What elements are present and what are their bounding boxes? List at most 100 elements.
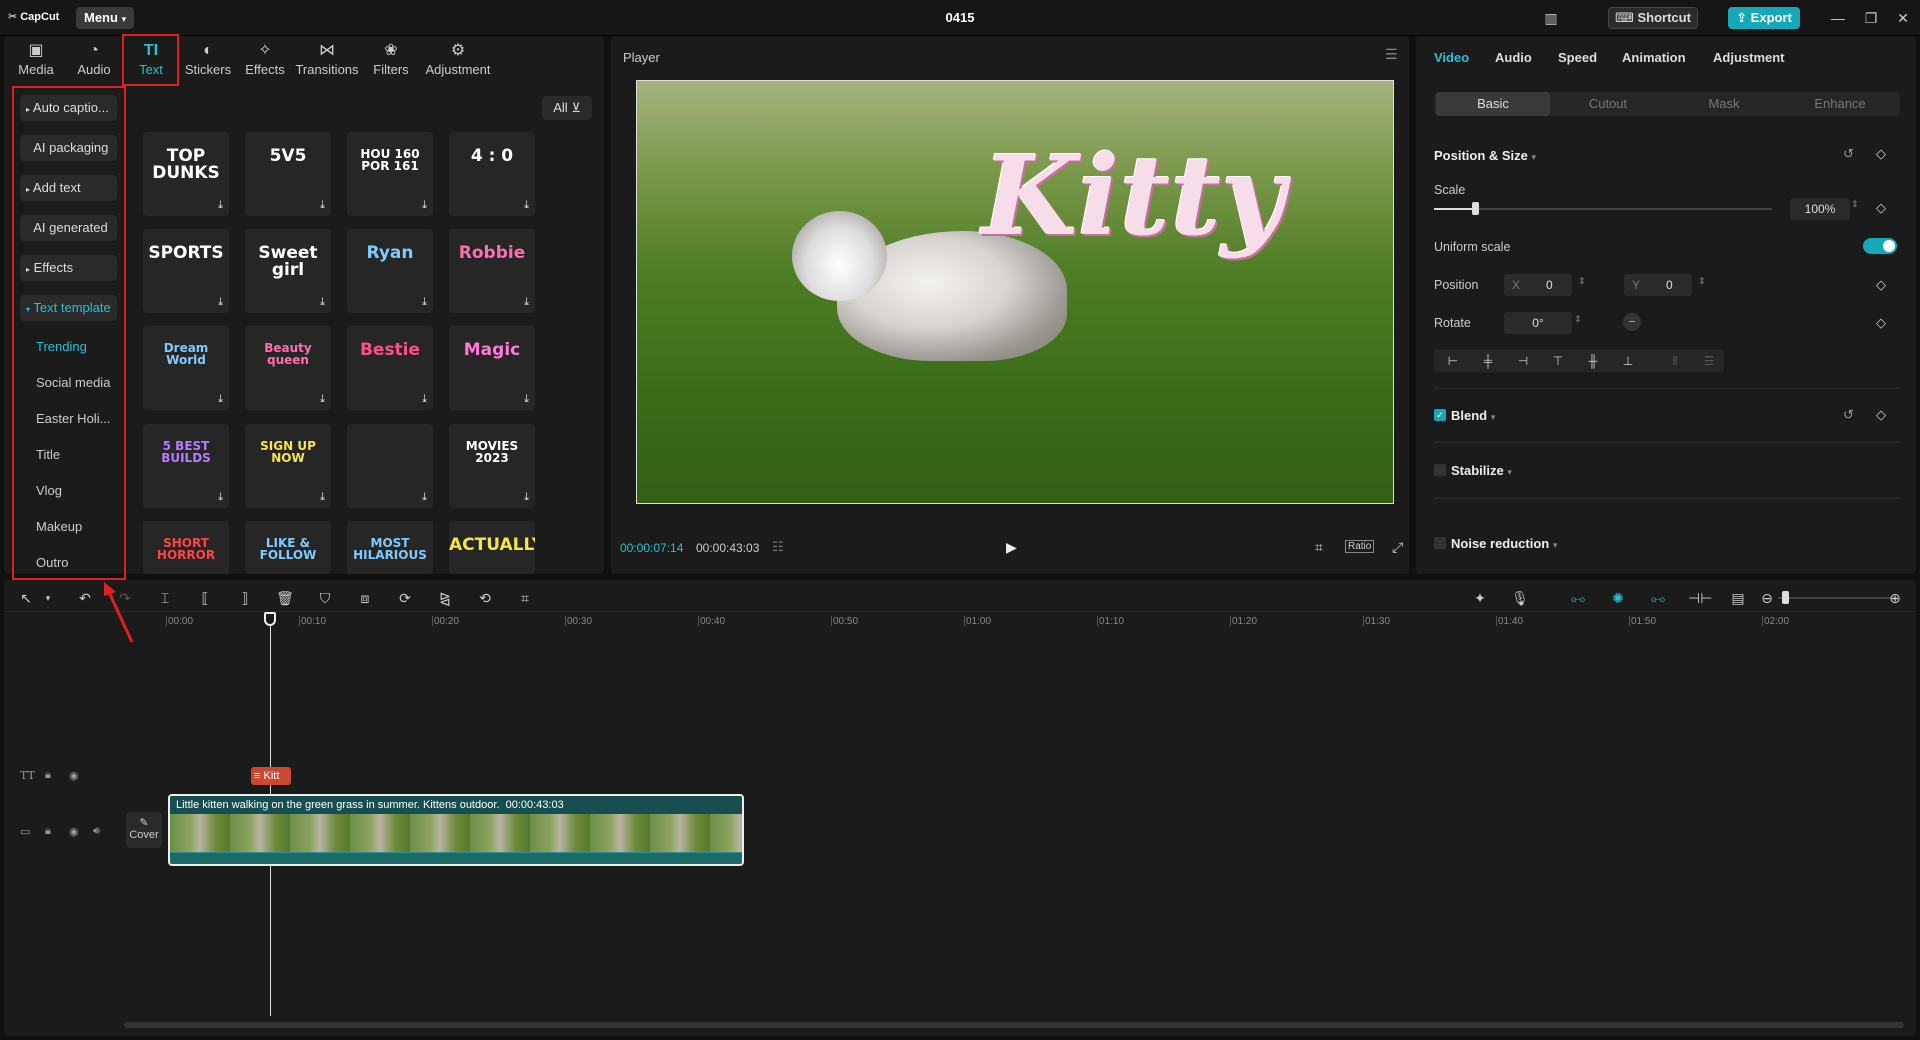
keyframe-icon[interactable]: ◇: [1876, 407, 1886, 423]
template-tile[interactable]: Robbie ⤓: [449, 229, 535, 313]
template-tile[interactable]: 5 BEST BUILDS ⤓: [143, 424, 229, 508]
ai-magic-icon[interactable]: ✦: [1470, 588, 1490, 608]
template-tile[interactable]: HOU 160 POR 161 ⤓: [347, 132, 433, 216]
template-tile[interactable]: Beauty queen ⤓: [245, 326, 331, 410]
minimize-icon[interactable]: —: [1827, 8, 1849, 28]
uniform-scale-toggle[interactable]: [1863, 238, 1897, 254]
template-tile[interactable]: SPORTS ⤓: [143, 229, 229, 313]
align-top-icon[interactable]: ⊤: [1543, 352, 1573, 370]
rotate-input[interactable]: 0°: [1504, 312, 1572, 334]
position-size-heading[interactable]: Position & Size ▾: [1434, 148, 1536, 163]
zoom-slider-track[interactable]: [1778, 597, 1898, 599]
template-tile[interactable]: 4 : 0 ⤓: [449, 132, 535, 216]
template-tile[interactable]: MOVIES 2023 ⤓: [449, 424, 535, 508]
download-icon[interactable]: ⤓: [218, 491, 223, 504]
segment-enhance[interactable]: Enhance: [1783, 92, 1897, 116]
align-center-h-icon[interactable]: ╪: [1473, 352, 1503, 370]
stepper-icon[interactable]: ⇕: [1851, 199, 1859, 210]
noise-reduction-checkbox[interactable]: [1434, 537, 1446, 549]
download-icon[interactable]: ⤓: [524, 491, 529, 504]
tab-stickers[interactable]: ◐ Stickers: [183, 36, 233, 84]
maximize-icon[interactable]: ❐: [1860, 8, 1882, 28]
layout-icon[interactable]: ▥: [1540, 8, 1562, 28]
delete-icon[interactable]: 🗑: [275, 588, 295, 608]
magnet-snap-icon[interactable]: ✺: [1608, 588, 1628, 608]
select-tool-icon[interactable]: ↖: [16, 588, 36, 608]
split-icon[interactable]: ⌶: [155, 588, 175, 608]
crop-icon[interactable]: ⌗: [515, 588, 535, 608]
filter-dropdown[interactable]: All ⊻: [542, 96, 592, 120]
download-icon[interactable]: ⤓: [320, 393, 325, 406]
split-left-icon[interactable]: ⟦: [195, 588, 215, 608]
position-y-input[interactable]: Y0: [1624, 274, 1692, 296]
player-menu-icon[interactable]: ☰: [1385, 46, 1398, 63]
split-right-icon[interactable]: ⟧: [235, 588, 255, 608]
freeze-icon[interactable]: ⧈: [355, 588, 375, 608]
tab-speed[interactable]: Speed: [1558, 50, 1597, 65]
video-preview[interactable]: Kitty: [636, 80, 1394, 504]
link-main-track-icon[interactable]: ⧟: [1568, 588, 1588, 608]
split-preview-icon[interactable]: ⊣⊢: [1688, 588, 1712, 608]
mirror-icon[interactable]: ⧎: [435, 588, 455, 608]
rotate-icon[interactable]: ⟲: [475, 588, 495, 608]
menu-button[interactable]: Menu ▾: [76, 7, 135, 29]
template-tile[interactable]: Dream World ⤓: [143, 326, 229, 410]
play-icon[interactable]: ▶: [1006, 539, 1017, 556]
zoom-in-icon[interactable]: ⊕: [1885, 588, 1905, 608]
keyframe-icon[interactable]: ◇: [1876, 200, 1886, 216]
segment-basic[interactable]: Basic: [1436, 92, 1550, 116]
tab-filters[interactable]: ❀ Filters: [366, 36, 416, 84]
fit-screen-icon[interactable]: ⌗: [1315, 539, 1323, 556]
reset-icon[interactable]: ↺: [1843, 407, 1854, 423]
tab-video[interactable]: Video: [1434, 50, 1469, 65]
tab-transitions[interactable]: ⋈ Transitions: [294, 36, 360, 84]
tab-animation[interactable]: Animation: [1622, 50, 1686, 65]
tab-adjustment-props[interactable]: Adjustment: [1713, 50, 1785, 65]
template-tile[interactable]: ⤓: [347, 424, 433, 508]
video-clip[interactable]: Little kitten walking on the green grass…: [168, 794, 744, 866]
chevron-down-icon[interactable]: ▾: [38, 588, 58, 608]
keyframe-icon[interactable]: ◇: [1876, 146, 1886, 162]
download-icon[interactable]: ⤓: [422, 199, 427, 212]
keyframe-icon[interactable]: ◇: [1876, 315, 1886, 331]
scale-slider-handle[interactable]: [1471, 202, 1479, 215]
align-left-icon[interactable]: ⊢: [1438, 352, 1468, 370]
zoom-slider-handle[interactable]: [1782, 591, 1789, 604]
template-tile[interactable]: Ryan ⤓: [347, 229, 433, 313]
download-icon[interactable]: ⤓: [218, 393, 223, 406]
stepper-icon[interactable]: ⇕: [1574, 314, 1582, 325]
download-icon[interactable]: ⤓: [320, 199, 325, 212]
align-bottom-icon[interactable]: ⊥: [1613, 352, 1643, 370]
microphone-icon[interactable]: 🎙: [1510, 588, 1530, 608]
stabilize-checkbox[interactable]: [1434, 464, 1446, 476]
speaker-icon[interactable]: 🔊︎: [93, 825, 100, 838]
template-tile[interactable]: 5V5 ⤓: [245, 132, 331, 216]
distribute-h-icon[interactable]: ⫴: [1660, 352, 1690, 370]
lock-icon[interactable]: 🔒︎: [45, 825, 51, 838]
fullscreen-icon[interactable]: ⤢: [1392, 539, 1403, 556]
timecode-list-icon[interactable]: ☷: [772, 539, 784, 555]
close-icon[interactable]: ✕: [1892, 8, 1914, 28]
text-clip[interactable]: ≡ Kitt: [251, 767, 291, 785]
timeline-scrollbar[interactable]: [124, 1022, 1904, 1028]
distribute-v-icon[interactable]: ☰: [1694, 352, 1724, 370]
template-tile[interactable]: SHORT HORROR: [143, 521, 229, 574]
keyframe-icon[interactable]: ◇: [1876, 277, 1886, 293]
template-tile[interactable]: Magic ⤓: [449, 326, 535, 410]
align-center-v-icon[interactable]: ╫: [1578, 352, 1608, 370]
tab-audio[interactable]: ◔ Audio: [70, 36, 118, 84]
template-tile[interactable]: SIGN UP NOW ⤓: [245, 424, 331, 508]
template-tile[interactable]: Bestie ⤓: [347, 326, 433, 410]
position-x-input[interactable]: X0: [1504, 274, 1572, 296]
tab-media[interactable]: ▣ Media: [12, 36, 60, 84]
template-tile[interactable]: TOP DUNKS ⤓: [143, 132, 229, 216]
download-icon[interactable]: ⤓: [524, 393, 529, 406]
download-icon[interactable]: ⤓: [218, 296, 223, 309]
reset-icon[interactable]: ↺: [1843, 146, 1854, 162]
download-icon[interactable]: ⤓: [320, 296, 325, 309]
ratio-button[interactable]: Ratio: [1345, 540, 1375, 553]
marker-icon[interactable]: ⛉: [315, 588, 335, 608]
download-icon[interactable]: ⤓: [320, 491, 325, 504]
segment-cutout[interactable]: Cutout: [1551, 92, 1665, 116]
eye-icon[interactable]: ◉: [69, 769, 79, 782]
